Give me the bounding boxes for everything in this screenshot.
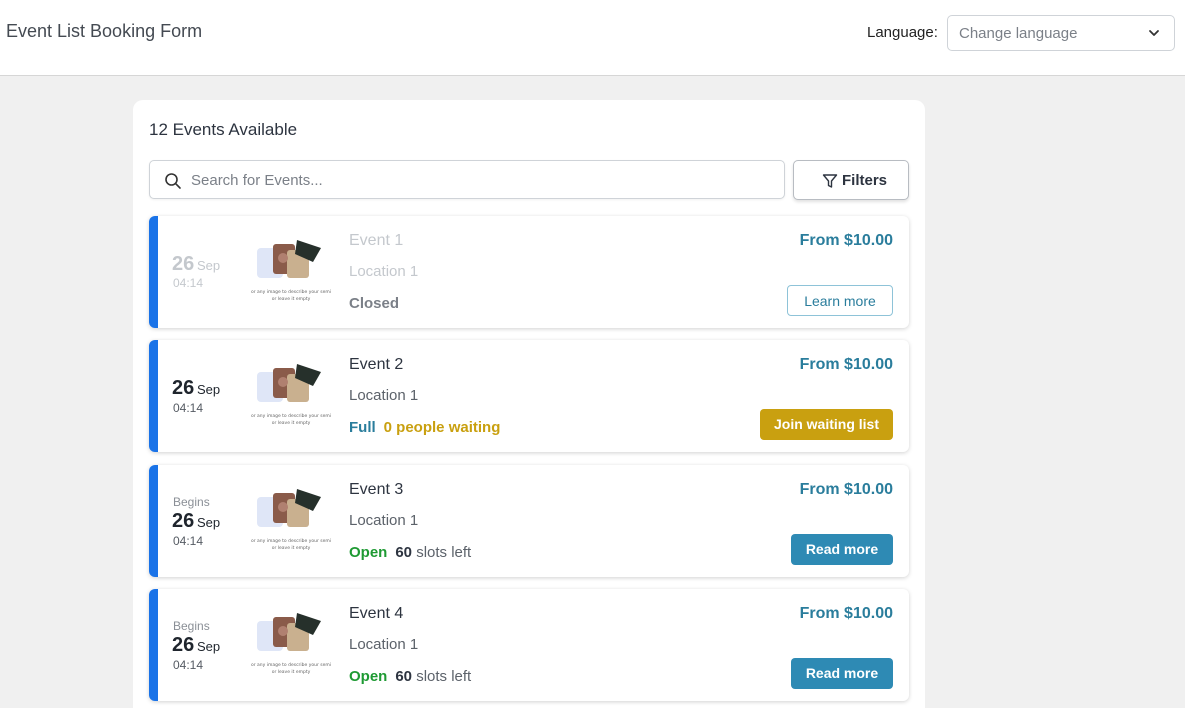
thumb-caption-2: or leave it empty [272,296,311,302]
thumb-caption-1: or any image to describe your semi [251,289,331,295]
event-month: Sep [197,258,221,273]
event-time: 04:14 [173,534,204,548]
filters-label: Filters [842,172,888,189]
filter-icon [822,174,838,188]
event-image-placeholder: or any image to describe your semi or le… [251,364,331,426]
event-time: 04:14 [173,658,204,672]
event-price: From $10.00 [799,356,893,373]
event-status: Full 0 people waiting [349,419,500,436]
chevron-down-icon [1149,30,1159,36]
event-title: Event 1 [349,232,404,249]
thumb-caption-1: or any image to describe your semi [251,413,331,419]
event-time: 04:14 [173,276,204,290]
status-closed: Closed [349,295,400,312]
join-waiting-list-button[interactable]: Join waiting list [760,409,893,440]
event-accent-bar [149,589,158,701]
event-location: Location 1 [349,263,419,280]
event-status: Open 60 slots left [349,544,471,561]
event-day: 26 [172,634,195,656]
read-more-button[interactable]: Read more [791,534,893,565]
event-title: Event 3 [349,481,404,498]
top-bar: Event List Booking Form Language: Change… [0,0,1185,76]
event-price: From $10.00 [799,605,893,622]
search-placeholder: Search for Events... [191,172,323,189]
thumb-caption-1: or any image to describe your semi [251,662,331,668]
thumb-caption-2: or leave it empty [272,420,311,426]
event-price: From $10.00 [799,232,893,249]
status-open: Open [349,668,388,685]
slots-left-count: 60 [395,544,413,561]
event-card[interactable]: Begins 26 Sep 04:14 or any image to desc… [149,589,909,701]
thumb-caption-2: or leave it empty [272,669,311,675]
slots-left-label: slots left [412,544,472,561]
search-input[interactable]: Search for Events... [149,160,785,199]
event-image-placeholder: or any image to describe your semi or le… [251,240,331,302]
event-title: Event 2 [349,356,404,373]
event-location: Location 1 [349,512,419,529]
event-image-placeholder: or any image to describe your semi or le… [251,489,331,551]
event-card[interactable]: 26 Sep 04:14 or any image to describe yo… [149,340,909,452]
event-price: From $10.00 [799,481,893,498]
filters-button[interactable]: Filters [793,160,909,200]
events-panel: 12 Events Available Search for Events...… [133,100,925,708]
language-select[interactable]: Change language [947,15,1175,51]
learn-more-button[interactable]: Learn more [787,285,893,316]
event-month: Sep [197,515,221,530]
status-full: Full [349,419,376,436]
status-waiting-count: 0 people waiting [383,419,501,436]
event-card[interactable]: 26 Sep 04:14 or any image to describe yo… [149,216,909,328]
slots-left-count: 60 [395,668,413,685]
app-title: Event List Booking Form [6,21,203,41]
search-icon [165,173,181,189]
read-more-button[interactable]: Read more [791,658,893,689]
event-month: Sep [197,382,221,397]
language-label: Language: [867,24,938,41]
event-day: 26 [172,253,195,275]
event-accent-bar [149,216,158,328]
events-count-title: 12 Events Available [149,120,298,139]
event-status: Closed [349,295,399,312]
slots-left-label: slots left [412,668,472,685]
event-day: 26 [172,377,195,399]
event-accent-bar [149,340,158,452]
event-begins-label: Begins [173,495,210,509]
event-location: Location 1 [349,387,419,404]
status-open: Open [349,544,388,561]
event-title: Event 4 [349,605,404,622]
event-begins-label: Begins [173,619,210,633]
thumb-caption-1: or any image to describe your semi [251,538,331,544]
event-day: 26 [172,510,195,532]
language-select-value: Change language [959,25,1078,42]
event-month: Sep [197,639,221,654]
event-status: Open 60 slots left [349,668,471,685]
event-time: 04:14 [173,401,204,415]
event-accent-bar [149,465,158,577]
thumb-caption-2: or leave it empty [272,545,311,551]
event-location: Location 1 [349,636,419,653]
event-image-placeholder: or any image to describe your semi or le… [251,613,331,675]
event-card[interactable]: Begins 26 Sep 04:14 or any image to desc… [149,465,909,577]
